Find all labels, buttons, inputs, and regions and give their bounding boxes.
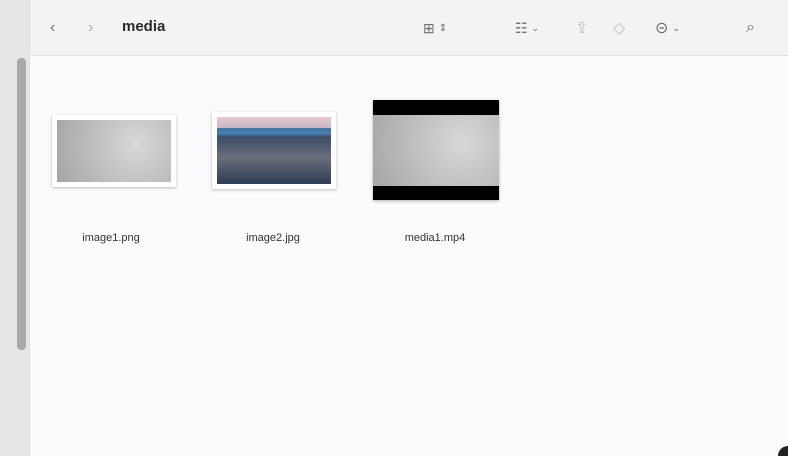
file-name[interactable]: image2.jpg: [208, 232, 338, 244]
tag-icon[interactable]: ◇: [613, 16, 625, 40]
more-icon[interactable]: ⊝ ⌄: [655, 16, 680, 40]
file-grid: image1.png image2.jpg media1.mp4: [31, 57, 788, 456]
file-name[interactable]: image1.png: [46, 232, 176, 244]
sidebar: [0, 0, 30, 456]
file-item[interactable]: [371, 100, 501, 200]
file-name[interactable]: media1.mp4: [370, 232, 500, 244]
file-item[interactable]: [209, 112, 339, 189]
chevron-right-icon[interactable]: ›: [88, 16, 93, 40]
toolbar: ‹ › media ⊞ ⇕ ☷ ⌄ ⇪ ◇ ⊝ ⌄ ⌕: [30, 0, 788, 56]
grid-view-icon[interactable]: ⊞ ⇕: [423, 16, 447, 40]
search-icon[interactable]: ⌕: [746, 16, 755, 40]
scrollbar[interactable]: [17, 58, 26, 350]
window-title: media: [122, 18, 166, 35]
video-thumbnail: [373, 100, 499, 200]
file-item[interactable]: [49, 115, 179, 187]
group-icon[interactable]: ☷ ⌄: [515, 16, 539, 40]
chevron-left-icon[interactable]: ‹: [50, 16, 55, 40]
image-thumbnail: [52, 115, 176, 187]
image-thumbnail: [212, 112, 336, 189]
share-icon[interactable]: ⇪: [575, 16, 588, 40]
